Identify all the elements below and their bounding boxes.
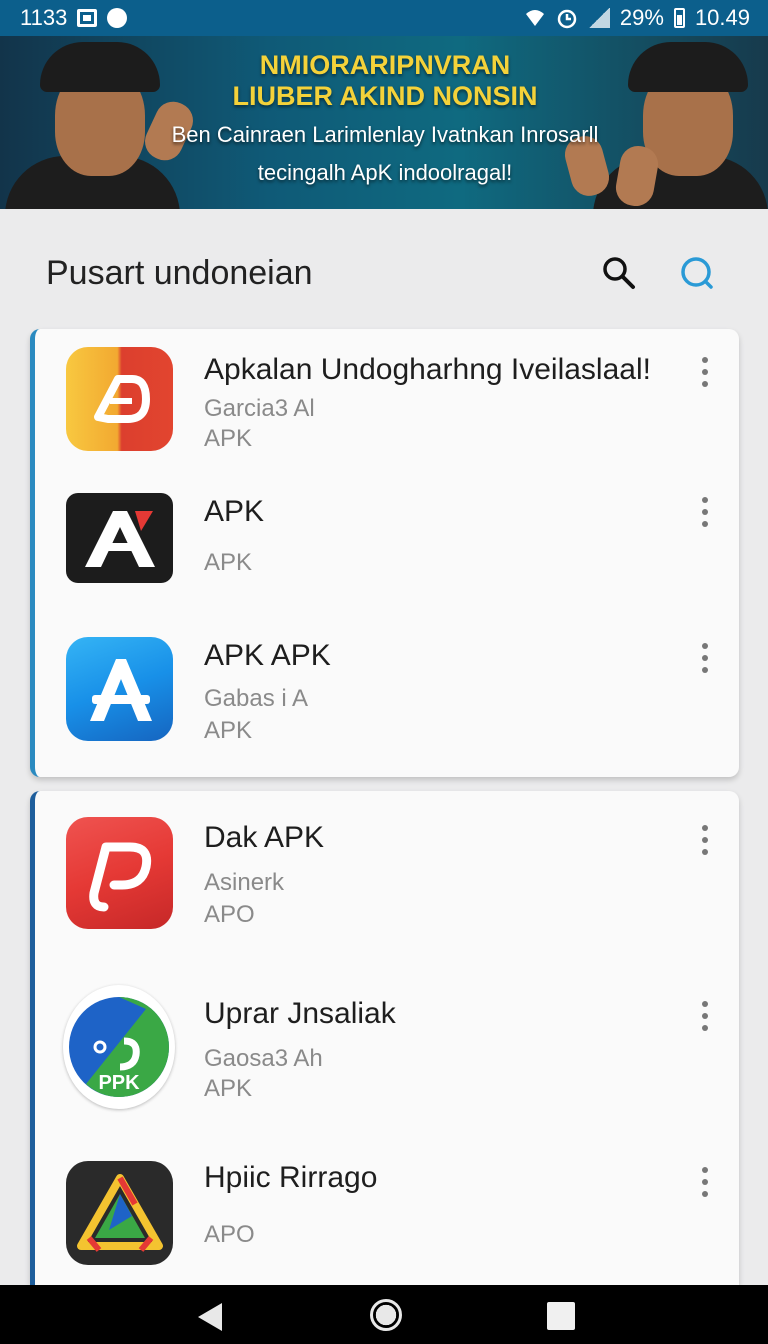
search-circle-icon (681, 257, 713, 289)
orange-d-app-icon (66, 347, 173, 451)
wifi-icon (524, 8, 546, 28)
search-button[interactable] (594, 248, 644, 298)
promo-banner[interactable]: NMIORARIPNVRAN LIUBER AKIND NONSIN Ben C… (0, 36, 768, 209)
more-options-icon[interactable] (699, 1001, 711, 1031)
messenger-icon (107, 8, 128, 28)
gallery-icon (77, 9, 98, 27)
banner-subtitle-line2: tecingalh ApK indoolragal! (257, 160, 513, 185)
page-header: Pusart undoneian (0, 209, 768, 329)
blue-a-app-icon (66, 637, 173, 741)
more-options-icon[interactable] (699, 357, 711, 387)
status-bar: 1133 29% 10.49 (0, 0, 768, 36)
app-name: Dak APK (204, 821, 325, 854)
alarm-icon (556, 7, 578, 29)
banner-subtitle-line1: Ben Cainraen Larimlenlay Ivatnkan Inrosa… (171, 122, 599, 147)
app-developer: Asinerk (204, 869, 285, 896)
battery-icon (673, 8, 685, 28)
page-title: Pusart undoneian (46, 253, 313, 292)
system-nav-bar (0, 1285, 768, 1344)
list-item[interactable]: Hpiic Rirrago APO (35, 1133, 739, 1285)
back-icon[interactable] (198, 1303, 222, 1331)
banner-title-line1: NMIORARIPNVRAN (259, 50, 511, 80)
app-list-card-2: Dak APK Asinerk APO PPK Uprar Jnsaliak G… (30, 791, 739, 1285)
app-developer: Gabas i A (204, 685, 309, 712)
app-list-card-1: Apkalan Undogharhng Iveilaslaal! Garcia3… (30, 329, 739, 777)
banner-text: NMIORARIPNVRAN LIUBER AKIND NONSIN Ben C… (150, 50, 620, 188)
app-type: APO (204, 1221, 255, 1248)
search-icon (603, 257, 635, 289)
app-name: Uprar Jnsaliak (204, 997, 396, 1030)
battery-percent: 29% (619, 5, 664, 30)
signal-icon (587, 8, 610, 28)
list-item[interactable]: Dak APK Asinerk APO (35, 791, 739, 963)
more-options-icon[interactable] (699, 1167, 711, 1197)
app-name: APK (204, 495, 265, 528)
app-type: APK (204, 425, 253, 452)
app-name: APK APK (204, 639, 331, 672)
banner-title-line2: LIUBER AKIND NONSIN (232, 81, 538, 111)
app-developer: Gaosa3 Ah (204, 1045, 323, 1072)
more-options-icon[interactable] (699, 825, 711, 855)
app-developer: Garcia3 Al (204, 395, 315, 422)
recents-icon[interactable] (547, 1302, 575, 1330)
red-p-app-icon (66, 817, 173, 929)
svg-text:PPK: PPK (98, 1072, 140, 1094)
list-item[interactable]: APK APK (35, 477, 739, 617)
app-type: APK (204, 1075, 253, 1102)
status-time-left: 1133 (20, 5, 68, 30)
list-item[interactable]: Apkalan Undogharhng Iveilaslaal! Garcia3… (35, 329, 739, 477)
app-type: APO (204, 901, 255, 928)
status-clock: 10.49 (694, 5, 750, 30)
app-type: APK (204, 717, 253, 744)
more-options-icon[interactable] (699, 497, 711, 527)
more-options-icon[interactable] (699, 643, 711, 673)
app-type: APK (204, 549, 253, 576)
list-item[interactable]: APK APK Gabas i A APK (35, 617, 739, 777)
list-item[interactable]: PPK Uprar Jnsaliak Gaosa3 Ah APK (35, 963, 739, 1133)
black-a-app-icon (66, 493, 173, 583)
ppk-app-icon: PPK (63, 985, 175, 1109)
app-name: Hpiic Rirrago (204, 1161, 378, 1194)
app-name: Apkalan Undogharhng Iveilaslaal! (204, 353, 651, 386)
home-icon[interactable] (370, 1299, 402, 1331)
secondary-search-button[interactable] (672, 248, 722, 298)
triangle-app-icon (66, 1161, 173, 1265)
